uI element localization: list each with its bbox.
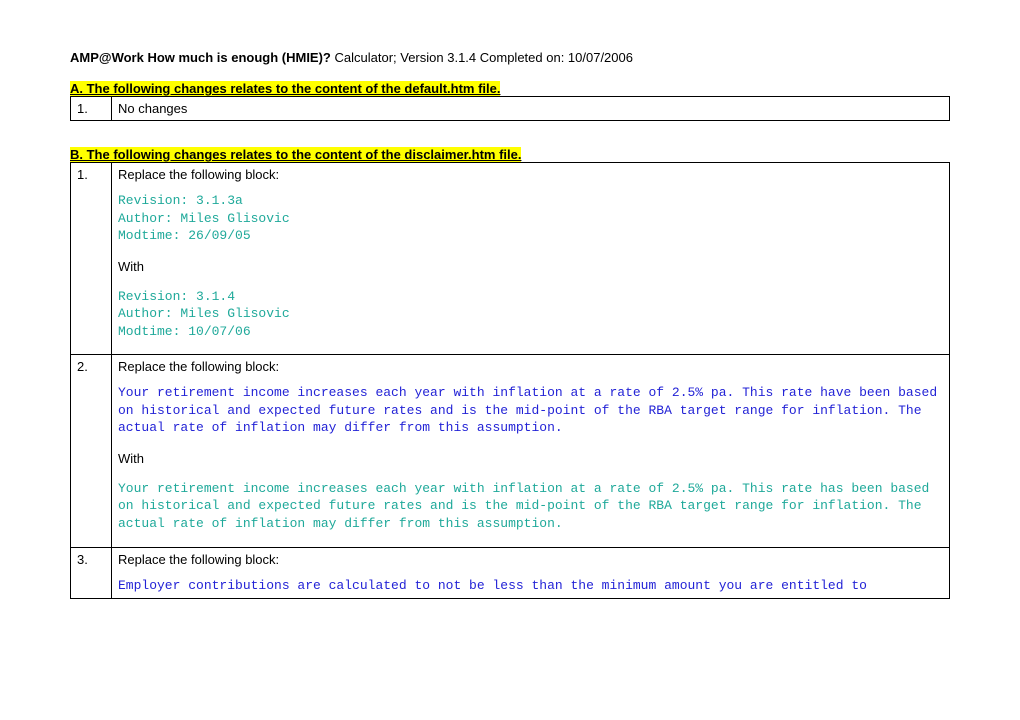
section-a-table: 1. No changes [70, 96, 950, 121]
with-label: With [118, 259, 943, 274]
section-b-table: 1. Replace the following block: Revision… [70, 162, 950, 599]
old-block-line: Revision: 3.1.3a [118, 192, 943, 210]
replace-lead: Replace the following block: [118, 552, 943, 567]
row-number: 3. [71, 547, 112, 599]
row-content: Replace the following block: Employer co… [112, 547, 950, 599]
old-block-line: Author: Miles Glisovic [118, 210, 943, 228]
replace-lead: Replace the following block: [118, 167, 943, 182]
row-content: Replace the following block: Your retire… [112, 355, 950, 547]
with-label: With [118, 451, 943, 466]
section-a: A. The following changes relates to the … [70, 81, 950, 121]
page-title: AMP@Work How much is enough (HMIE)? Calc… [70, 50, 950, 65]
replace-lead: Replace the following block: [118, 359, 943, 374]
table-row: 2. Replace the following block: Your ret… [71, 355, 950, 547]
new-block-line: Author: Miles Glisovic [118, 305, 943, 323]
row-number: 1. [71, 163, 112, 355]
table-row: 1. Replace the following block: Revision… [71, 163, 950, 355]
new-block: Your retirement income increases each ye… [118, 480, 943, 533]
row-content: No changes [112, 97, 950, 121]
new-block-line: Revision: 3.1.4 [118, 288, 943, 306]
section-b: B. The following changes relates to the … [70, 147, 950, 599]
old-block-line: Modtime: 26/09/05 [118, 227, 943, 245]
row-number: 2. [71, 355, 112, 547]
title-bold: AMP@Work How much is enough (HMIE)? [70, 50, 331, 65]
old-block: Employer contributions are calculated to… [118, 577, 943, 595]
section-b-heading: B. The following changes relates to the … [70, 147, 521, 162]
old-block: Your retirement income increases each ye… [118, 384, 943, 437]
table-row: 3. Replace the following block: Employer… [71, 547, 950, 599]
section-a-heading: A. The following changes relates to the … [70, 81, 500, 96]
table-row: 1. No changes [71, 97, 950, 121]
new-block-line: Modtime: 10/07/06 [118, 323, 943, 341]
row-content: Replace the following block: Revision: 3… [112, 163, 950, 355]
title-rest: Calculator; Version 3.1.4 Completed on: … [331, 50, 633, 65]
row-number: 1. [71, 97, 112, 121]
